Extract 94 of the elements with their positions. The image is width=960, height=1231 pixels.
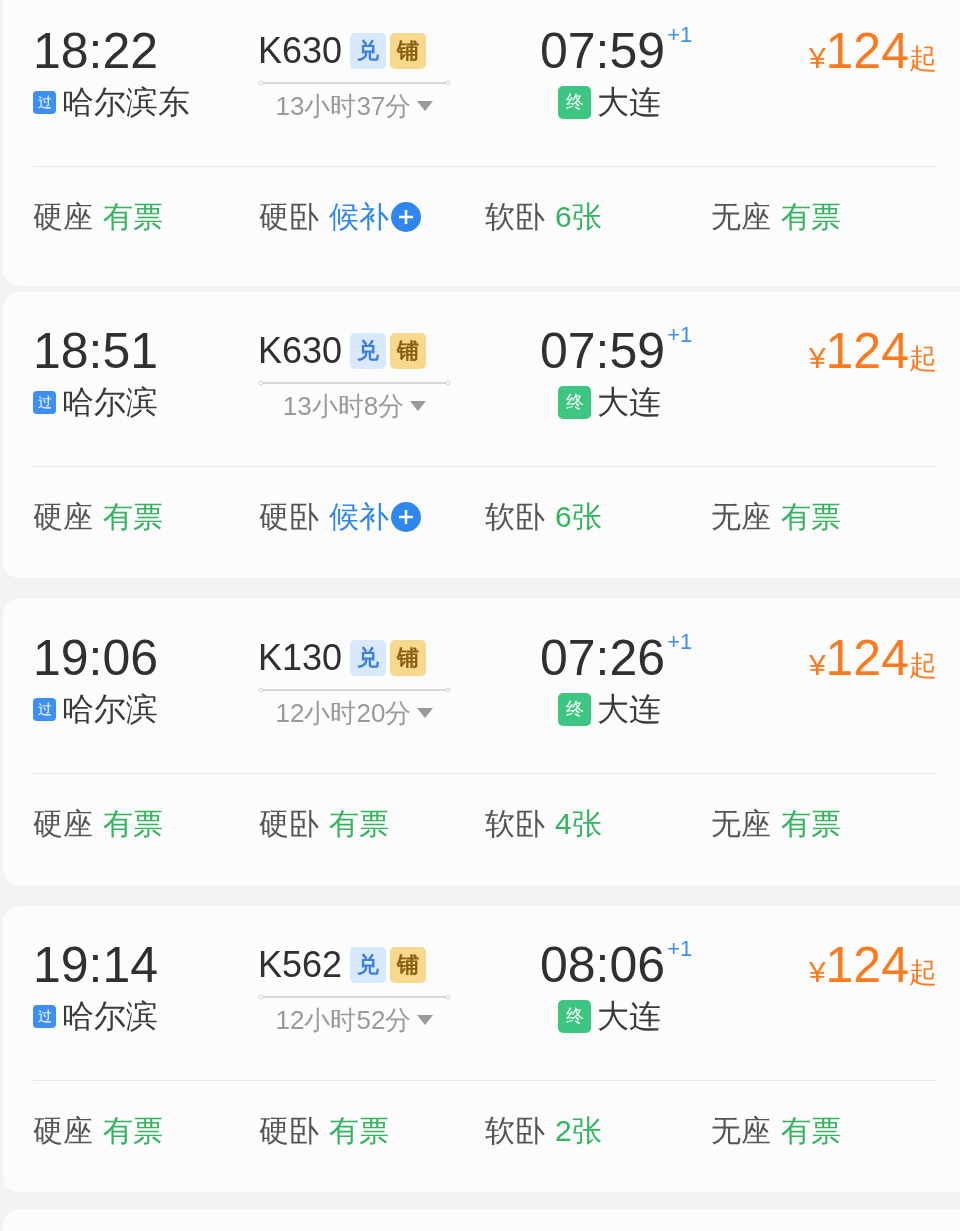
seat-availability[interactable]: 候补	[329, 499, 389, 535]
arrival-station: 大连	[597, 83, 661, 122]
seat-type: 软卧	[485, 499, 545, 535]
ticket-price: 124	[825, 936, 909, 994]
caret-down-icon	[410, 401, 427, 411]
pass-through-tag: 过	[33, 90, 56, 114]
seat-availability: 有票	[329, 1113, 389, 1149]
seat-availability: 有票	[781, 499, 841, 535]
arrival-time: 07:59	[540, 322, 666, 380]
train-badge: 兑	[350, 333, 387, 369]
departure-station: 哈尔滨	[62, 383, 158, 422]
caret-down-icon	[417, 1015, 434, 1025]
seat-type: 无座	[711, 1113, 771, 1149]
terminal-tag: 终	[558, 85, 591, 119]
currency-sign: ¥	[808, 41, 826, 76]
seat-availability: 6张	[555, 499, 602, 535]
seat-availability: 有票	[781, 806, 841, 842]
seat-type: 硬卧	[259, 199, 319, 235]
terminal-tag: 终	[558, 999, 591, 1033]
caret-down-icon	[417, 708, 434, 718]
seat-type: 软卧	[485, 199, 545, 235]
duration-toggle[interactable]: 13小时8分	[282, 390, 427, 422]
seat-availability: 6张	[555, 199, 602, 235]
seat-availability: 有票	[329, 806, 389, 842]
next-day-mark: +1	[667, 322, 693, 348]
seat-availability: 有票	[781, 199, 841, 235]
pass-through-tag: 过	[33, 697, 56, 721]
seat-type: 硬座	[33, 499, 93, 535]
departure-time: 19:14	[33, 936, 159, 994]
train-badge: 铺	[390, 947, 427, 983]
currency-sign: ¥	[808, 341, 826, 376]
seat-type: 软卧	[485, 806, 545, 842]
seat-availability: 有票	[103, 1113, 163, 1149]
price-from-label: 起	[909, 649, 937, 683]
train-badge: 铺	[390, 33, 427, 69]
price-from-label: 起	[909, 342, 937, 376]
seat-availability: 有票	[103, 499, 163, 535]
add-icon[interactable]	[391, 202, 421, 232]
price-from-label: 起	[909, 42, 937, 76]
train-number: K630	[258, 329, 343, 373]
add-icon[interactable]	[391, 502, 421, 532]
duration-toggle[interactable]: 12小时20分	[275, 697, 434, 729]
seat-type: 硬卧	[259, 499, 319, 535]
train-badge: 兑	[350, 640, 387, 676]
seat-type: 无座	[711, 806, 771, 842]
departure-time: 18:51	[33, 322, 159, 380]
seat-type: 硬卧	[259, 1113, 319, 1149]
train-badge: 铺	[390, 640, 427, 676]
price-from-label: 起	[909, 956, 937, 990]
seat-type: 硬座	[33, 199, 93, 235]
departure-station: 哈尔滨	[62, 997, 158, 1036]
seat-availability: 4张	[555, 806, 602, 842]
seat-type: 软卧	[485, 1113, 545, 1149]
duration-toggle[interactable]: 12小时52分	[275, 1004, 434, 1036]
seat-type: 硬座	[33, 806, 93, 842]
seat-availability: 有票	[781, 1113, 841, 1149]
seat-availability[interactable]: 候补	[329, 199, 389, 235]
train-badge: 兑	[350, 33, 387, 69]
arrival-time: 07:59	[540, 22, 666, 80]
arrival-station: 大连	[597, 690, 661, 729]
next-day-mark: +1	[667, 22, 693, 48]
currency-sign: ¥	[808, 955, 826, 990]
pass-through-tag: 过	[33, 390, 56, 414]
next-day-mark: +1	[667, 936, 693, 962]
arrival-time: 08:06	[540, 936, 666, 994]
next-day-mark: +1	[667, 629, 693, 655]
seat-type: 无座	[711, 199, 771, 235]
terminal-tag: 终	[558, 692, 591, 726]
pass-through-tag: 过	[33, 1004, 56, 1028]
currency-sign: ¥	[808, 648, 826, 683]
seat-availability: 有票	[103, 806, 163, 842]
ticket-price: 124	[825, 22, 909, 80]
seat-availability: 2张	[555, 1113, 602, 1149]
departure-time: 18:22	[33, 22, 159, 80]
seat-type: 硬座	[33, 1113, 93, 1149]
arrival-station: 大连	[597, 997, 661, 1036]
duration-toggle[interactable]: 13小时37分	[275, 90, 434, 122]
seat-type: 硬卧	[259, 806, 319, 842]
train-number: K630	[258, 29, 343, 73]
terminal-tag: 终	[558, 385, 591, 419]
train-number: K130	[258, 636, 343, 680]
train-badge: 兑	[350, 947, 387, 983]
arrival-time: 07:26	[540, 629, 666, 687]
departure-station: 哈尔滨东	[62, 83, 190, 122]
seat-availability: 有票	[103, 199, 163, 235]
departure-time: 19:06	[33, 629, 159, 687]
ticket-price: 124	[825, 322, 909, 380]
arrival-station: 大连	[597, 383, 661, 422]
ticket-price: 124	[825, 629, 909, 687]
train-number: K562	[258, 943, 343, 987]
train-badge: 铺	[390, 333, 427, 369]
caret-down-icon	[417, 101, 434, 111]
departure-station: 哈尔滨	[62, 690, 158, 729]
seat-type: 无座	[711, 499, 771, 535]
